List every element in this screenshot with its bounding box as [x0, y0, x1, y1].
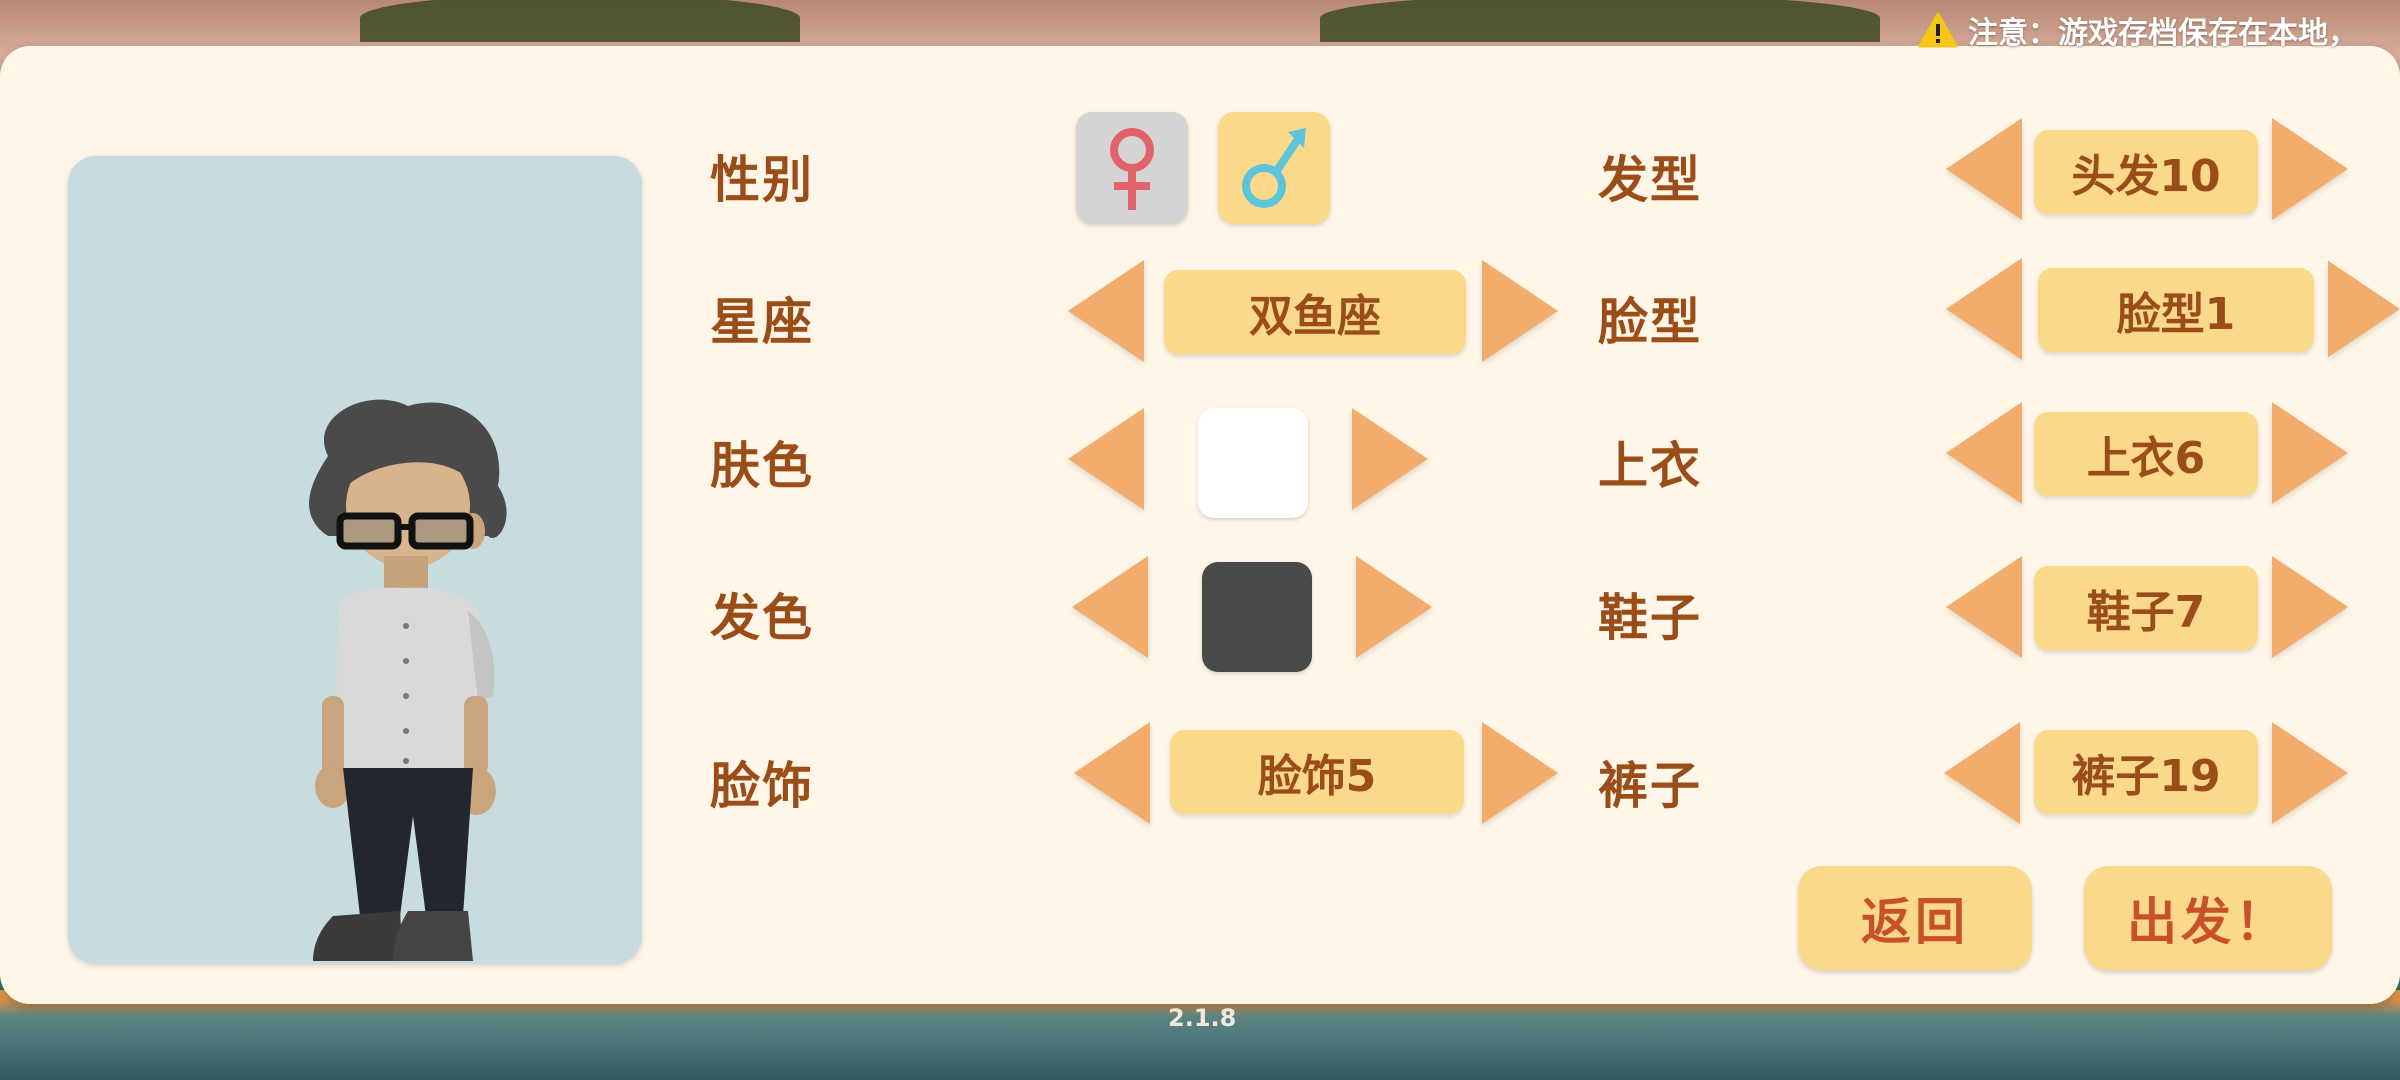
- hairstyle-prev-button[interactable]: [1946, 118, 2022, 220]
- zodiac-label: 星座: [710, 293, 814, 351]
- warning-icon: [1918, 12, 1958, 48]
- character-preview: [68, 156, 642, 964]
- arrow-left-icon: [1068, 260, 1144, 362]
- arrow-right-icon: [2328, 260, 2400, 358]
- top-label: 上衣: [1598, 437, 1702, 495]
- arrow-left-icon: [1944, 722, 2020, 824]
- arrow-left-icon: [1946, 118, 2022, 220]
- gender-label: 性别: [710, 151, 814, 209]
- arrow-right-icon: [2272, 402, 2348, 504]
- hair-color-prev-button[interactable]: [1072, 556, 1148, 658]
- palm-leaves: [1320, 0, 1880, 42]
- arrow-right-icon: [2272, 118, 2348, 220]
- arrow-left-icon: [1946, 402, 2022, 504]
- face-accessory-label: 脸饰: [710, 757, 814, 815]
- face-accessory-prev-button[interactable]: [1074, 722, 1150, 824]
- face-accessory-next-button[interactable]: [1482, 722, 1558, 824]
- zodiac-next-button[interactable]: [1482, 260, 1558, 362]
- arrow-right-icon: [1482, 260, 1558, 362]
- male-button[interactable]: [1218, 112, 1330, 224]
- face-accessory-value: 脸饰5: [1170, 730, 1464, 814]
- arrow-right-icon: [1356, 556, 1432, 658]
- arrow-right-icon: [2272, 556, 2348, 658]
- back-button[interactable]: 返回: [1798, 866, 2032, 970]
- skin-color-swatch: [1198, 408, 1308, 518]
- male-symbol-icon: [1234, 122, 1314, 214]
- arrow-right-icon: [1352, 408, 1428, 510]
- top-next-button[interactable]: [2272, 402, 2348, 504]
- notice-text: 注意：游戏存档保存在本地，: [1968, 16, 2358, 51]
- arrow-left-icon: [1946, 258, 2022, 360]
- skin-color-label: 肤色: [710, 437, 814, 495]
- arrow-left-icon: [1074, 722, 1150, 824]
- pants-label: 裤子: [1598, 757, 1702, 815]
- skin-color-prev-button[interactable]: [1068, 408, 1144, 510]
- shoes-label: 鞋子: [1598, 589, 1702, 647]
- pants-value: 裤子19: [2034, 730, 2258, 814]
- top-value: 上衣6: [2034, 412, 2258, 496]
- pants-next-button[interactable]: [2272, 722, 2348, 824]
- shoes-next-button[interactable]: [2272, 556, 2348, 658]
- face-shape-value: 脸型1: [2038, 268, 2314, 352]
- arrow-left-icon: [1946, 556, 2022, 658]
- arrow-right-icon: [1482, 722, 1558, 824]
- face-shape-label: 脸型: [1598, 293, 1702, 351]
- save-notice: 注意：游戏存档保存在本地，: [1918, 8, 2358, 52]
- face-shape-prev-button[interactable]: [1946, 258, 2022, 360]
- hairstyle-value: 头发10: [2034, 130, 2258, 214]
- arrow-left-icon: [1072, 556, 1148, 658]
- shoes-value: 鞋子7: [2034, 566, 2258, 650]
- pants-prev-button[interactable]: [1944, 722, 2020, 824]
- hairstyle-next-button[interactable]: [2272, 118, 2348, 220]
- zodiac-prev-button[interactable]: [1068, 260, 1144, 362]
- female-symbol-icon: [1092, 122, 1172, 214]
- hair-color-swatch: [1202, 562, 1312, 672]
- hair-color-next-button[interactable]: [1356, 556, 1432, 658]
- avatar-figure: [288, 396, 528, 996]
- female-button[interactable]: [1076, 112, 1188, 224]
- hair-color-label: 发色: [710, 589, 814, 647]
- shoes-prev-button[interactable]: [1946, 556, 2022, 658]
- top-prev-button[interactable]: [1946, 402, 2022, 504]
- palm-leaves: [360, 0, 800, 42]
- version-label: 2.1.8: [1168, 1004, 1237, 1032]
- skin-color-next-button[interactable]: [1352, 408, 1428, 510]
- arrow-right-icon: [2272, 722, 2348, 824]
- hairstyle-label: 发型: [1598, 151, 1702, 209]
- character-creation-panel: 性别 星座 双鱼座 肤色 发色 脸饰 脸饰5 发型 头发10 脸型 脸型1 上衣…: [0, 46, 2400, 1004]
- zodiac-value: 双鱼座: [1164, 270, 1466, 354]
- start-button[interactable]: 出发！: [2084, 866, 2332, 970]
- arrow-left-icon: [1068, 408, 1144, 510]
- face-shape-next-button[interactable]: [2328, 258, 2400, 360]
